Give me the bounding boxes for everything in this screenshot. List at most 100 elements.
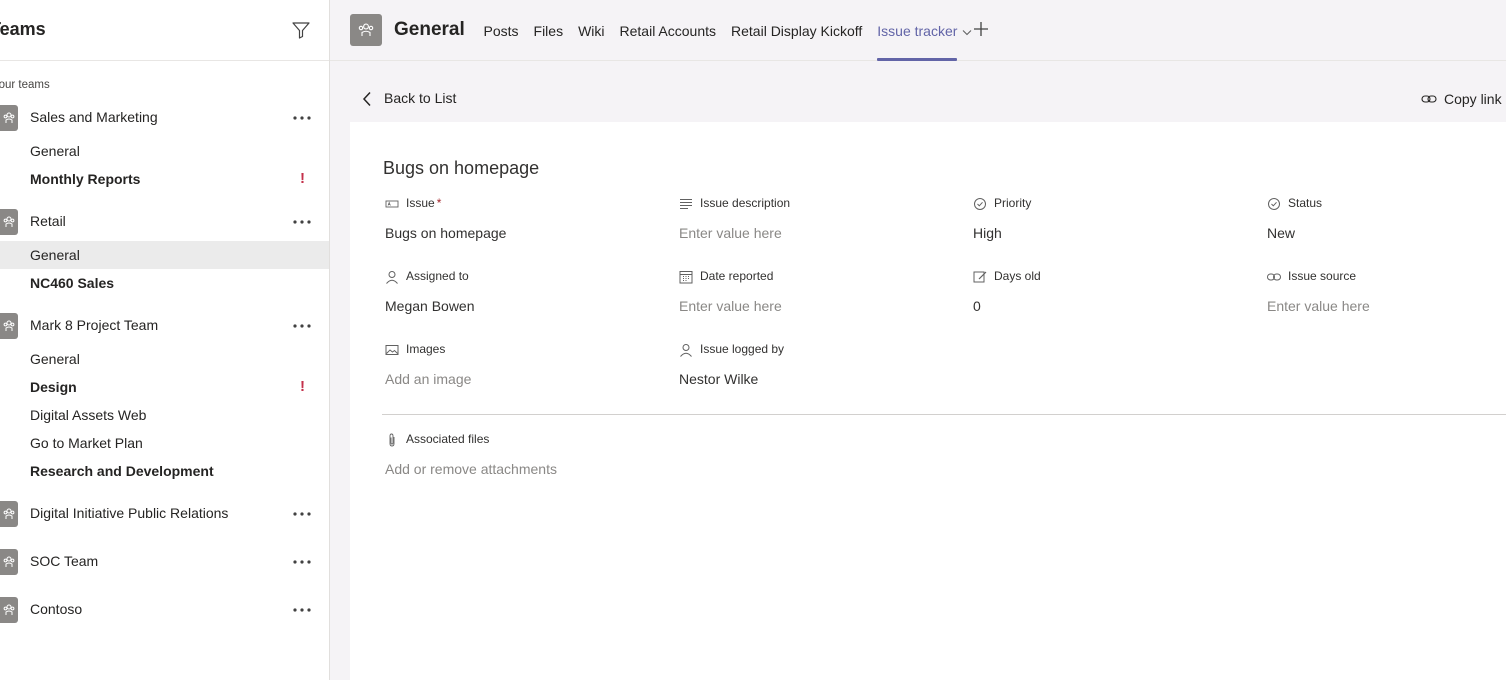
- field-issue-logged-by[interactable]: Issue logged by Nestor Wilke: [677, 342, 957, 392]
- channel-title: General: [394, 19, 465, 40]
- copy-link-label: Copy link: [1444, 91, 1502, 107]
- team-icon: [3, 216, 15, 227]
- field-issue-description[interactable]: Issue description Enter value here: [677, 196, 957, 246]
- back-label: Back to List: [384, 90, 457, 106]
- channel-design[interactable]: Design !: [0, 373, 329, 401]
- team-digital-initiative-public-relations[interactable]: Digital Initiative Public Relations: [0, 497, 329, 531]
- team-avatar: [0, 549, 18, 575]
- choice-icon: [974, 198, 986, 210]
- team-avatar: [350, 14, 382, 46]
- field-value: Bugs on homepage: [385, 225, 507, 241]
- field-value-placeholder: Add or remove attachments: [385, 461, 557, 477]
- field-label: Priority: [994, 196, 1032, 210]
- field-date-reported[interactable]: Date reported Enter value here: [677, 269, 957, 319]
- channel-general[interactable]: General: [0, 345, 329, 373]
- add-tab-icon[interactable]: [972, 20, 990, 38]
- item-title: Bugs on homepage: [383, 158, 540, 178]
- channel-label: General: [30, 143, 80, 159]
- team-name: SOC Team: [30, 553, 99, 569]
- field-assigned-to[interactable]: Assigned to Megan Bowen: [383, 269, 663, 319]
- channel-label: Monthly Reports: [30, 171, 141, 187]
- channel-label: Digital Assets Web: [30, 407, 147, 423]
- channel-label: Research and Development: [30, 463, 214, 479]
- tab-wiki[interactable]: Wiki: [571, 0, 612, 61]
- field-value-placeholder: Add an image: [385, 371, 472, 387]
- team-sales-and-marketing[interactable]: Sales and Marketing: [0, 101, 329, 135]
- tab-posts[interactable]: Posts: [476, 0, 526, 61]
- field-value: Nestor Wilke: [679, 371, 759, 387]
- field-status[interactable]: Status New: [1265, 196, 1506, 246]
- link-icon: [1421, 95, 1437, 103]
- more-options-icon[interactable]: [291, 555, 313, 569]
- chevron-left-icon: [362, 91, 371, 107]
- section-divider: [382, 414, 1506, 415]
- team-mark-8-project-team[interactable]: Mark 8 Project Team: [0, 309, 329, 343]
- channel-general[interactable]: General: [0, 137, 329, 165]
- channel-go-to-market-plan[interactable]: Go to Market Plan: [0, 429, 329, 457]
- more-options-icon[interactable]: [291, 215, 313, 229]
- item-details-card: Bugs on homepage Issue * Bugs on homepage…: [350, 122, 1506, 680]
- field-label: Assigned to: [406, 269, 469, 283]
- choice-icon: [1268, 198, 1280, 210]
- more-options-icon[interactable]: [291, 111, 313, 125]
- field-days-old[interactable]: Days old 0: [971, 269, 1251, 319]
- tab-retail-display-kickoff[interactable]: Retail Display Kickoff: [724, 0, 870, 61]
- sidebar-title: Teams: [0, 19, 46, 39]
- tab-label: Files: [533, 23, 564, 39]
- tab-label: Wiki: [578, 23, 605, 39]
- field-value: High: [973, 225, 1002, 241]
- team-icon: [358, 23, 374, 36]
- field-associated-files[interactable]: Associated files Add or remove attachmen…: [383, 432, 783, 482]
- field-issue-source[interactable]: Issue source Enter value here: [1265, 269, 1506, 319]
- channel-header: General Posts Files Wiki Retail Accounts…: [330, 0, 1506, 61]
- field-value: New: [1267, 225, 1296, 241]
- calendar-icon: [679, 271, 693, 284]
- field-label: Status: [1288, 196, 1323, 210]
- tab-files[interactable]: Files: [526, 0, 571, 61]
- field-label: Issue source: [1288, 269, 1357, 283]
- tab-label: Issue tracker: [877, 23, 958, 39]
- more-options-icon[interactable]: [291, 319, 313, 333]
- team-avatar: [0, 209, 18, 235]
- team-avatar: [0, 597, 18, 623]
- tab-retail-accounts[interactable]: Retail Accounts: [612, 0, 724, 61]
- channel-label: Design: [30, 379, 77, 395]
- paperclip-icon: [389, 433, 395, 447]
- tab-label: Retail Display Kickoff: [731, 23, 863, 39]
- channel-general-active[interactable]: General: [0, 241, 329, 269]
- team-name: Mark 8 Project Team: [30, 317, 159, 333]
- tab-label: Posts: [483, 23, 519, 39]
- team-contoso[interactable]: Contoso: [0, 593, 329, 627]
- person-icon: [680, 344, 692, 357]
- channel-label: NC460 Sales: [30, 275, 115, 291]
- team-icon: [3, 320, 15, 331]
- team-icon: [3, 112, 15, 123]
- tab-issue-tracker[interactable]: Issue tracker: [870, 0, 980, 61]
- channel-nc460-sales[interactable]: NC460 Sales: [0, 269, 329, 297]
- team-icon: [3, 604, 15, 615]
- more-options-icon[interactable]: [291, 507, 313, 521]
- field-label: Issue description: [700, 196, 791, 210]
- channel-label: General: [30, 247, 80, 263]
- field-images[interactable]: Images Add an image: [383, 342, 663, 392]
- channel-digital-assets-web[interactable]: Digital Assets Web: [0, 401, 329, 429]
- channel-label: General: [30, 351, 80, 367]
- tab-label: Retail Accounts: [619, 23, 717, 39]
- field-value-placeholder: Enter value here: [1267, 298, 1370, 314]
- filter-icon[interactable]: [291, 20, 311, 40]
- team-avatar: [0, 501, 18, 527]
- required-mark: *: [436, 196, 442, 210]
- field-issue[interactable]: Issue * Bugs on homepage: [383, 196, 663, 246]
- more-options-icon[interactable]: [291, 603, 313, 617]
- important-alert-icon: !: [300, 378, 305, 395]
- field-priority[interactable]: Priority High: [971, 196, 1251, 246]
- channel-research-and-development[interactable]: Research and Development: [0, 457, 329, 485]
- main-content: Back to List Copy link Bugs on homepage …: [330, 61, 1506, 680]
- text-field-icon: [385, 200, 399, 208]
- link-icon: [1267, 273, 1281, 281]
- channel-monthly-reports[interactable]: Monthly Reports !: [0, 165, 329, 193]
- team-retail[interactable]: Retail: [0, 205, 329, 239]
- team-soc-team[interactable]: SOC Team: [0, 545, 329, 579]
- chevron-down-icon[interactable]: [962, 29, 972, 36]
- person-icon: [386, 271, 398, 284]
